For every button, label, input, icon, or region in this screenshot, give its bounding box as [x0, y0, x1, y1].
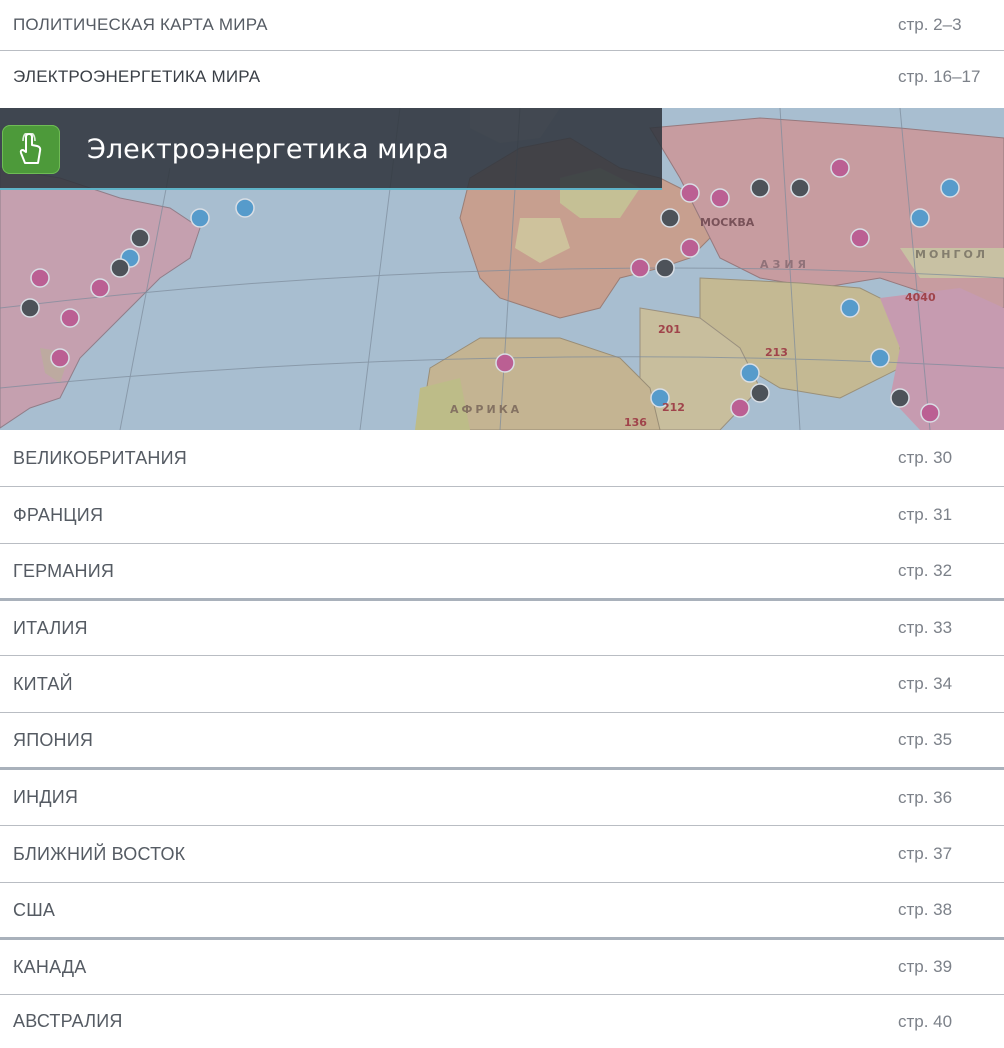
- tap-hand-icon: [19, 133, 42, 164]
- toc-row-page: стр. 36: [898, 787, 953, 807]
- toc-row-page: стр. 16–17: [898, 67, 981, 86]
- toc-row-label: ВЕЛИКОБРИТАНИЯ: [13, 447, 187, 468]
- toc-row-japan[interactable]: ЯПОНИЯ стр. 35: [0, 713, 1004, 767]
- toc-row-label: ГЕРМАНИЯ: [13, 560, 115, 581]
- toc-row-middle-east[interactable]: БЛИЖНИЙ ВОСТОК стр. 37: [0, 826, 1004, 882]
- toc-row-uk[interactable]: ВЕЛИКОБРИТАНИЯ стр. 30: [0, 430, 1004, 486]
- map-preview-banner[interactable]: МОСКВА АЗИЯ МОНГОЛ АФРИКА 201 213 4040 2…: [0, 108, 1004, 430]
- banner-title: Электроэнергетика мира: [87, 134, 449, 165]
- toc-row-page: стр. 40: [898, 1011, 953, 1031]
- toc-row-label: ПОЛИТИЧЕСКАЯ КАРТА МИРА: [13, 15, 268, 34]
- toc-row-usa[interactable]: США стр. 38: [0, 883, 1004, 937]
- toc-row-india[interactable]: ИНДИЯ стр. 36: [0, 770, 1004, 825]
- toc-row-label: ИТАЛИЯ: [13, 617, 88, 638]
- toc-row-page: стр. 35: [898, 730, 953, 749]
- toc-row-italy[interactable]: ИТАЛИЯ стр. 33: [0, 601, 1004, 655]
- toc-row-page: стр. 38: [898, 900, 953, 919]
- toc-row-label: КАНАДА: [13, 956, 87, 977]
- toc-row-electricity-world[interactable]: ЭЛЕКТРОЭНЕРГЕТИКА МИРА стр. 16–17: [0, 51, 1004, 103]
- toc-row-france[interactable]: ФРАНЦИЯ стр. 31: [0, 487, 1004, 543]
- toc-row-page: стр. 30: [898, 448, 953, 467]
- toc-row-label: АВСТРАЛИЯ: [13, 1011, 123, 1031]
- toc-row-label: ИНДИЯ: [13, 787, 79, 807]
- toc-row-page: стр. 39: [898, 957, 953, 976]
- toc-row-page: стр. 2–3: [898, 15, 962, 34]
- toc-row-australia[interactable]: АВСТРАЛИЯ стр. 40: [0, 995, 1004, 1048]
- banner-accent-line: [0, 188, 662, 190]
- toc-row-label: БЛИЖНИЙ ВОСТОК: [13, 843, 186, 864]
- toc-row-china[interactable]: КИТАЙ стр. 34: [0, 656, 1004, 712]
- toc-row-label: ФРАНЦИЯ: [13, 504, 104, 525]
- tap-button[interactable]: [2, 125, 60, 174]
- banner-title-bar: Электроэнергетика мира: [0, 108, 662, 190]
- toc-row-page: стр. 31: [898, 505, 953, 524]
- toc-row-germany[interactable]: ГЕРМАНИЯ стр. 32: [0, 544, 1004, 598]
- toc-row-label: ЭЛЕКТРОЭНЕРГЕТИКА МИРА: [13, 67, 261, 86]
- toc-row-label: США: [13, 899, 56, 920]
- toc-row-page: стр. 32: [898, 561, 953, 580]
- toc-row-political-map[interactable]: ПОЛИТИЧЕСКАЯ КАРТА МИРА стр. 2–3: [0, 0, 1004, 50]
- toc-row-page: стр. 37: [898, 844, 953, 863]
- toc-row-page: стр. 34: [898, 674, 953, 693]
- toc-row-label: КИТАЙ: [13, 673, 73, 694]
- toc-row-canada[interactable]: КАНАДА стр. 39: [0, 940, 1004, 994]
- toc-row-label: ЯПОНИЯ: [13, 729, 94, 750]
- toc-row-page: стр. 33: [898, 618, 953, 637]
